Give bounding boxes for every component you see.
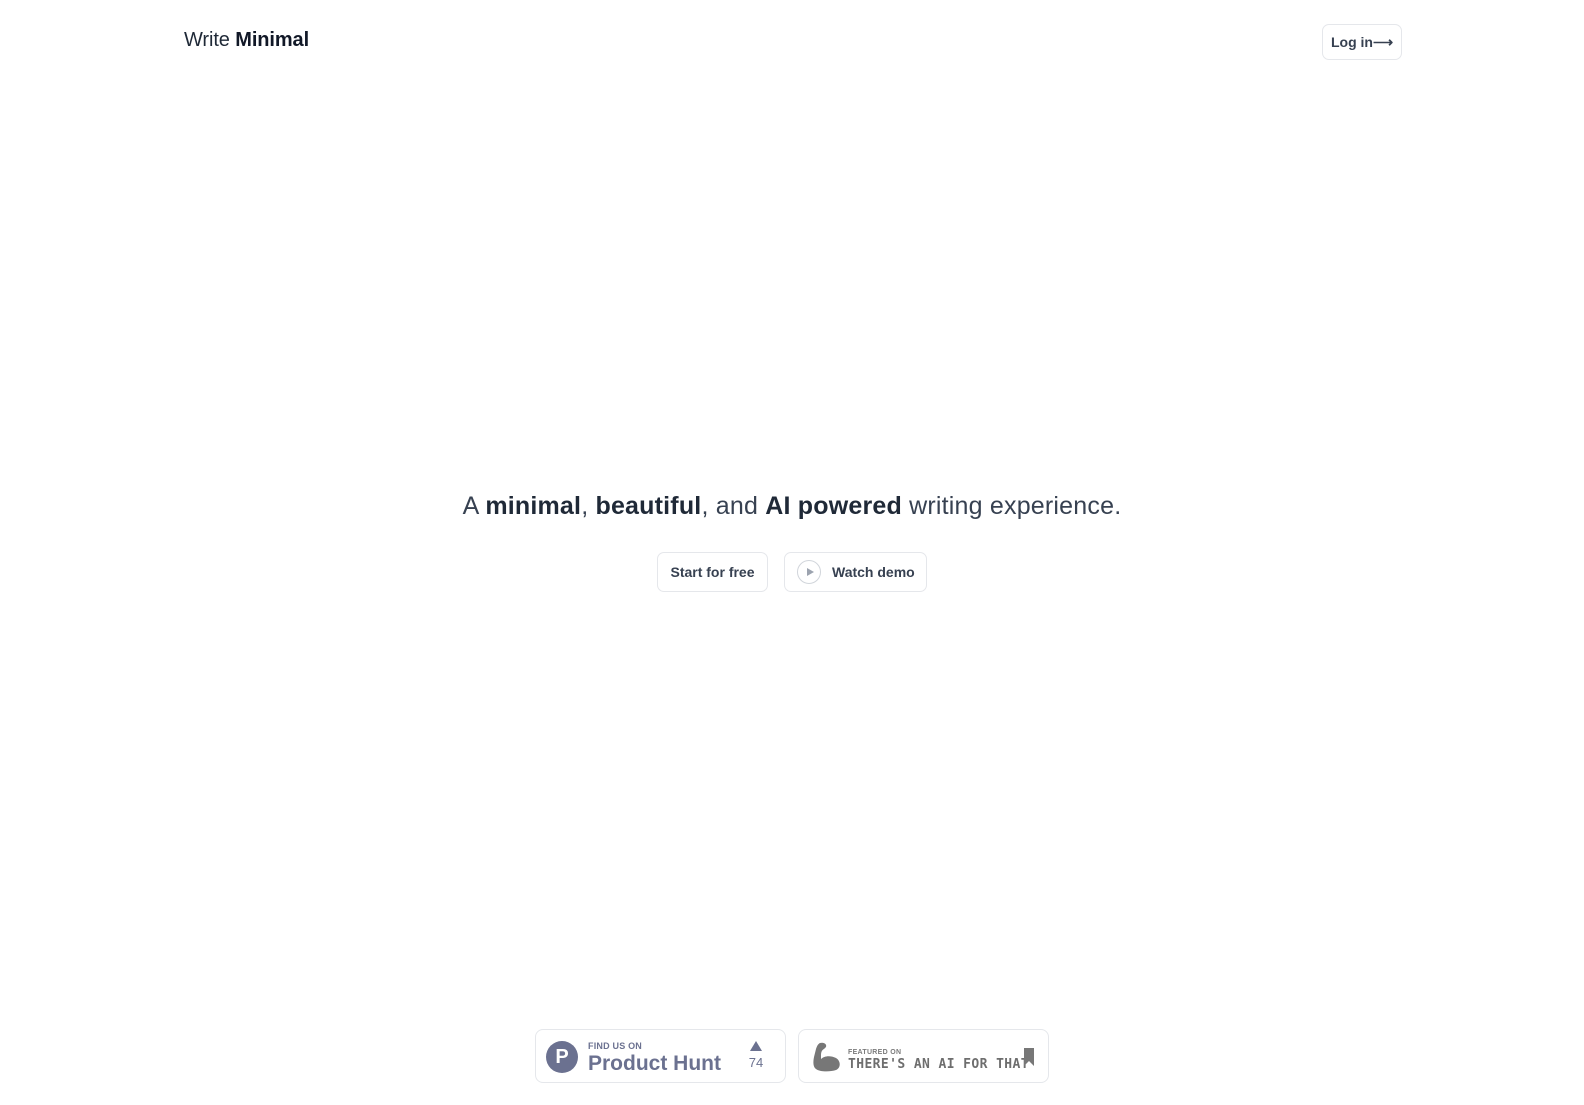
product-hunt-badge[interactable]: P FIND US ON Product Hunt 74 <box>535 1029 786 1083</box>
vote-count: 74 <box>748 1055 764 1070</box>
hero: A minimal, beautiful, and AI powered wri… <box>0 492 1584 521</box>
flexed-arm-icon <box>813 1042 840 1072</box>
tagline-part: A <box>462 492 486 520</box>
play-icon <box>797 560 821 584</box>
watch-demo-button[interactable]: Watch demo <box>784 552 927 592</box>
start-for-free-button[interactable]: Start for free <box>657 552 768 592</box>
tagline-part-bold: AI powered <box>765 492 902 520</box>
logo-light-text: Write <box>184 29 230 51</box>
product-hunt-small-text: FIND US ON <box>588 1041 643 1051</box>
product-hunt-logo-icon: P <box>546 1041 578 1073</box>
product-hunt-votes: 74 <box>747 1041 765 1072</box>
taaft-name: THERE'S AN AI FOR THAT <box>848 1057 1029 1072</box>
logo[interactable]: Write Minimal <box>184 29 309 52</box>
tagline-part: , <box>581 492 596 520</box>
tagline-part-bold: minimal <box>485 492 582 520</box>
triangle-up-icon <box>750 1041 762 1051</box>
tagline: A minimal, beautiful, and AI powered wri… <box>0 492 1584 521</box>
badges: P FIND US ON Product Hunt 74 FEATURED ON… <box>0 1029 1584 1083</box>
login-button[interactable]: Log in⟶ <box>1322 24 1402 60</box>
bookmark-icon <box>1024 1048 1034 1066</box>
tagline-part: , and <box>701 492 766 520</box>
tagline-part-bold: beautiful <box>595 492 702 520</box>
site-header: Write Minimal Log in⟶ <box>0 0 1584 84</box>
logo-bold-text: Minimal <box>235 29 310 51</box>
product-hunt-name: Product Hunt <box>588 1052 721 1075</box>
cta-row: Start for free Watch demo <box>0 552 1584 592</box>
taaft-small-text: FEATURED ON <box>848 1049 902 1056</box>
watch-demo-label: Watch demo <box>832 564 915 580</box>
tagline-part: writing experience. <box>901 492 1122 520</box>
taaft-badge[interactable]: FEATURED ON THERE'S AN AI FOR THAT <box>798 1029 1049 1083</box>
